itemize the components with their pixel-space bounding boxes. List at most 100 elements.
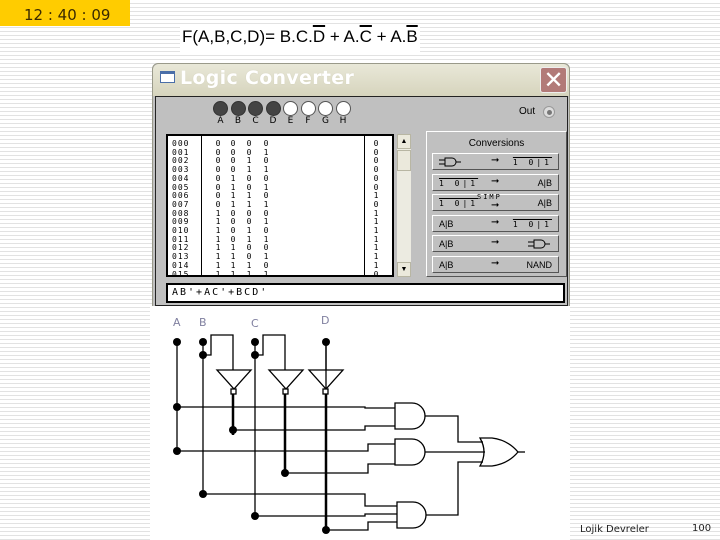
truth-table-row[interactable]: 002 0 0 1 0 0 xyxy=(168,156,392,165)
boolean-formula: F(A,B,C,D)= B.C.D + A.C + A.B xyxy=(180,27,420,53)
input-bit: 0 xyxy=(263,260,269,270)
truth-table-row[interactable]: 005 0 1 0 1 0 xyxy=(168,183,392,192)
truth-table-row[interactable]: 010 1 0 1 0 1 xyxy=(168,226,392,235)
output-bit[interactable]: 0 xyxy=(372,174,380,183)
not-gate-b xyxy=(215,369,253,390)
input-label-b: B xyxy=(234,116,242,126)
title-bar[interactable]: Logic Converter ✕ xyxy=(153,64,569,96)
gate-icon xyxy=(528,239,552,251)
truth-table-row[interactable]: 004 0 1 0 0 0 xyxy=(168,174,392,183)
arrow-icon: ➞ xyxy=(491,216,500,228)
input-bit: 0 xyxy=(246,173,252,183)
truth-table-row[interactable]: 014 1 1 1 0 1 xyxy=(168,261,392,270)
output-bit[interactable]: 1 xyxy=(372,191,380,200)
output-bit[interactable]: 1 xyxy=(372,217,380,226)
conversion-button-6[interactable]: A|B ➞ NAND xyxy=(432,255,559,273)
input-bit: 0 xyxy=(230,234,236,244)
input-bit: 1 xyxy=(215,243,221,253)
row-index: 012 xyxy=(172,243,190,253)
output-bit[interactable]: 0 xyxy=(372,156,380,165)
input-terminal-d[interactable] xyxy=(265,101,281,116)
truth-table-row[interactable]: 012 1 1 0 0 1 xyxy=(168,243,392,252)
page-number: 100 xyxy=(692,523,712,534)
junction-a xyxy=(173,338,181,346)
junction xyxy=(173,447,181,455)
input-terminal-f[interactable] xyxy=(300,101,316,116)
not-bubble-b xyxy=(230,388,237,395)
scroll-down-button[interactable]: ▼ xyxy=(397,262,411,277)
circuit-label-a: A xyxy=(173,316,181,329)
output-bit[interactable]: 0 xyxy=(372,148,380,157)
input-bit: 1 xyxy=(263,199,269,209)
input-terminal-a[interactable] xyxy=(213,101,228,116)
conversion-button-1[interactable]: ➞ 1 0|1 xyxy=(432,153,559,170)
wire-or-in1 xyxy=(425,415,483,443)
row-index: 014 xyxy=(172,260,190,270)
conversion-button-5[interactable]: A|B ➞ xyxy=(432,235,559,252)
row-index: 003 xyxy=(172,165,190,175)
junction-d xyxy=(322,338,330,346)
wire-and2-cnot xyxy=(285,463,395,474)
truth-table-row[interactable]: 008 1 0 0 0 1 xyxy=(168,209,392,218)
input-terminal-g[interactable] xyxy=(318,101,333,116)
input-terminal-e[interactable] xyxy=(283,101,298,116)
arrow-icon: ➞ xyxy=(491,237,500,248)
truth-table-row[interactable]: 006 0 1 1 0 1 xyxy=(168,191,392,200)
truth-table-row[interactable]: 011 1 0 1 1 1 xyxy=(168,235,392,244)
output-bit[interactable]: 0 xyxy=(372,270,380,276)
junction xyxy=(199,351,207,359)
input-bit: 1 xyxy=(215,208,221,218)
input-bit: 0 xyxy=(246,208,252,218)
truth-table-row[interactable]: 003 0 0 1 1 0 xyxy=(168,165,392,174)
conversion-button-3[interactable]: 1 0|1 SIMP ➞ A|B xyxy=(432,193,559,211)
boolean-expression-icon: A|B xyxy=(537,198,552,208)
truth-table-row[interactable]: 007 0 1 1 1 0 xyxy=(168,200,392,209)
junction-c xyxy=(251,338,259,346)
truth-table[interactable]: 000 0 0 0 0 0 001 0 0 0 1 0 002 0 0 1 0 0 003 0 0 1 1 0 004 0 1 0 0 0… xyxy=(166,134,394,277)
output-bit[interactable]: 0 xyxy=(372,165,380,174)
scroll-up-button[interactable]: ▲ xyxy=(397,134,411,149)
wire-c-to-not xyxy=(255,334,286,370)
output-bit[interactable]: 1 xyxy=(372,209,380,218)
output-bit[interactable]: 1 xyxy=(372,226,380,235)
conversion-button-4[interactable]: A|B ➞ 1 0|1 xyxy=(432,214,559,232)
truth-table-row[interactable]: 009 1 0 0 1 1 xyxy=(168,217,392,226)
output-bit[interactable]: 0 xyxy=(372,139,380,148)
truth-table-row[interactable]: 000 0 0 0 0 0 xyxy=(168,139,392,148)
expression-field[interactable]: AB'+AC'+BCD' xyxy=(166,283,565,303)
input-label-g: G xyxy=(322,116,329,126)
circuit-label-b: B xyxy=(199,316,207,329)
output-bit[interactable]: 0 xyxy=(372,200,380,209)
arrow-icon: ➞ xyxy=(491,155,500,166)
conversion-button-2[interactable]: 1 0|1 ➞ A|B xyxy=(432,173,559,191)
row-index: 008 xyxy=(172,208,190,218)
output-bit[interactable]: 1 xyxy=(372,252,380,261)
window-icon xyxy=(160,71,175,83)
scroll-thumb[interactable] xyxy=(397,150,411,171)
input-bit: 1 xyxy=(215,234,221,244)
input-bit: 0 xyxy=(263,156,269,166)
input-terminal-c[interactable] xyxy=(248,101,263,116)
output-bit[interactable]: 0 xyxy=(372,183,380,192)
wire-b-to-not xyxy=(203,334,234,370)
output-bit[interactable]: 1 xyxy=(372,235,380,244)
input-terminal-b[interactable] xyxy=(230,101,246,116)
truth-table-row[interactable]: 001 0 0 0 1 0 xyxy=(168,148,392,157)
truth-table-row[interactable]: 015 1 1 1 1 0 xyxy=(168,269,392,277)
input-bit: 1 xyxy=(230,269,236,277)
conversions-panel: Conversions ➞ 1 0|1 1 0|1 ➞ A|B 1 0|1 SIMP ➞ A|B… xyxy=(426,131,567,277)
out-terminal[interactable] xyxy=(543,106,555,118)
input-bit: 1 xyxy=(230,260,236,270)
input-terminal-h[interactable] xyxy=(335,101,351,116)
row-index: 009 xyxy=(172,217,190,227)
input-bit: 0 xyxy=(263,139,269,148)
truth-table-row[interactable]: 013 1 1 0 1 1 xyxy=(168,252,392,261)
input-bit: 0 xyxy=(246,243,252,253)
output-bit[interactable]: 1 xyxy=(372,261,380,270)
output-bit[interactable]: 1 xyxy=(372,243,380,252)
truth-table-scrollbar[interactable]: ▲ ▼ xyxy=(397,134,411,277)
row-index: 001 xyxy=(172,147,190,157)
arrow-icon: ➞ xyxy=(491,175,500,187)
input-bit: 1 xyxy=(230,199,236,209)
close-button[interactable]: ✕ xyxy=(540,67,567,93)
